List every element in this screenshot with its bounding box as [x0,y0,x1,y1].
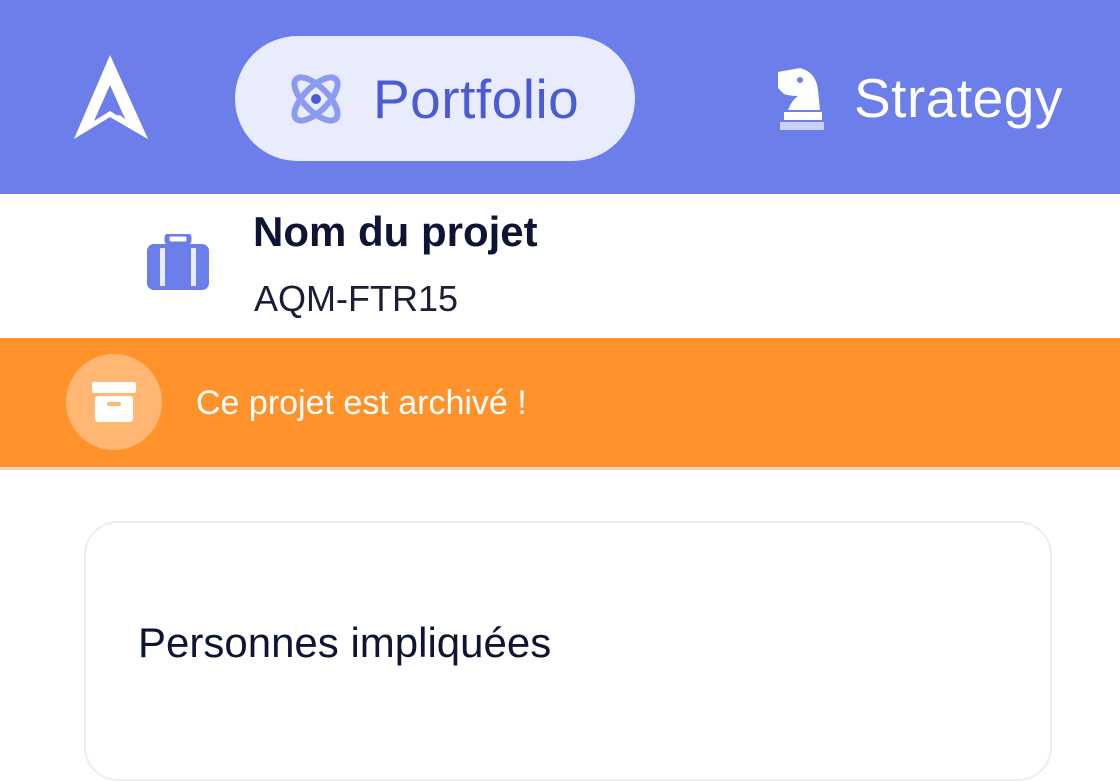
tab-portfolio[interactable]: Portfolio [235,36,635,161]
chess-knight-icon [770,66,826,130]
project-title: Nom du projet [253,208,538,255]
tab-portfolio-label: Portfolio [373,67,580,130]
archive-box-icon [66,354,162,450]
project-header: Nom du projet AQM-FTR15 [0,194,1120,338]
tab-strategy[interactable]: Strategy [770,55,1063,141]
tab-strategy-label: Strategy [854,67,1063,129]
section-title: Personnes impliquées [138,619,552,666]
people-involved-card: Personnes impliquées [84,521,1052,781]
app-logo-icon[interactable] [70,55,150,141]
archived-message: Ce projet est archivé ! [196,384,527,422]
top-navigation: Portfolio Strategy [0,0,1120,194]
atom-icon [283,66,349,132]
project-code: AQM-FTR15 [254,278,459,319]
briefcase-icon [147,231,209,292]
archived-banner: Ce projet est archivé ! [0,338,1120,470]
